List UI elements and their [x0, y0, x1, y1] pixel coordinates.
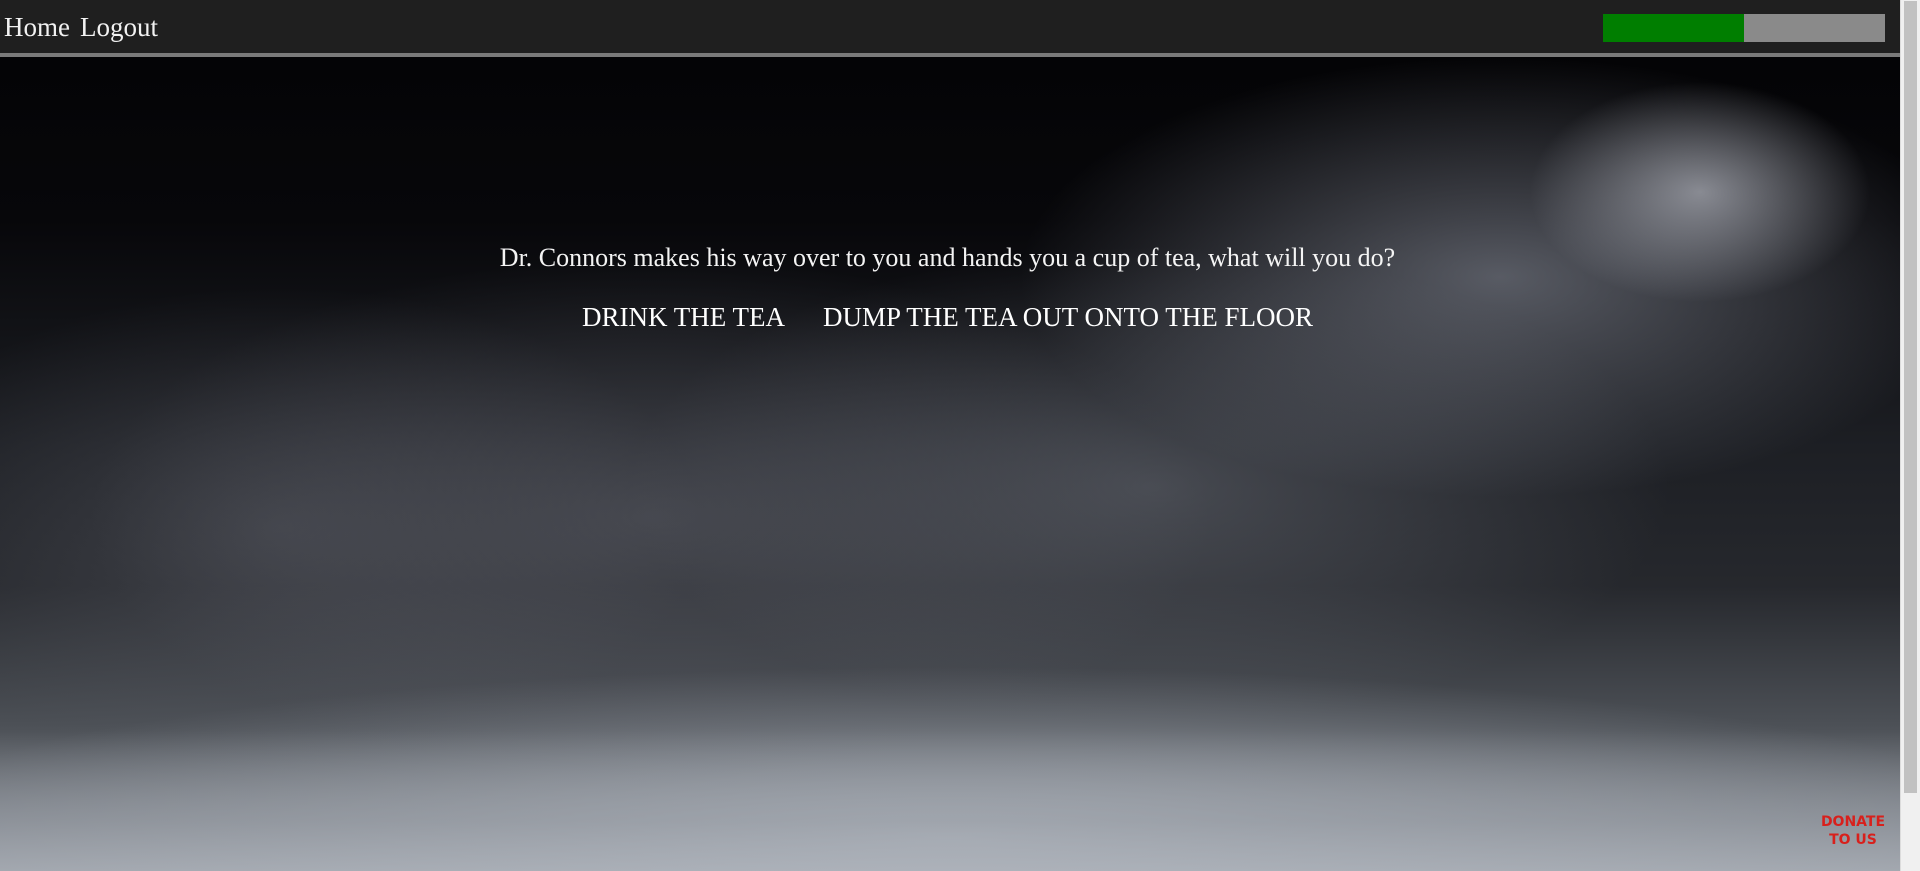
choice-list: DRINK THE TEA DUMP THE TEA OUT ONTO THE … [0, 302, 1895, 333]
choice-dump-tea[interactable]: DUMP THE TEA OUT ONTO THE FLOOR [823, 302, 1313, 333]
home-link[interactable]: Home [4, 12, 70, 43]
donate-button[interactable]: DONATE TO US [1813, 813, 1893, 849]
page: Home Logout Dr. Connors makes his way ov… [0, 0, 1920, 871]
progress-bar [1603, 14, 1885, 42]
donate-line-2: TO US [1829, 832, 1877, 848]
vertical-scrollbar[interactable] [1900, 0, 1920, 871]
story-text: Dr. Connors makes his way over to you an… [499, 243, 1396, 272]
scrollbar-thumb[interactable] [1904, 1, 1917, 793]
donate-line-1: DONATE [1820, 814, 1886, 830]
choice-drink-tea[interactable]: DRINK THE TEA [582, 302, 785, 333]
smoke-background [0, 57, 1900, 871]
nav-links: Home Logout [4, 12, 158, 43]
progress-bar-fill [1603, 14, 1744, 42]
top-navbar: Home Logout [0, 0, 1900, 57]
logout-link[interactable]: Logout [80, 12, 158, 43]
